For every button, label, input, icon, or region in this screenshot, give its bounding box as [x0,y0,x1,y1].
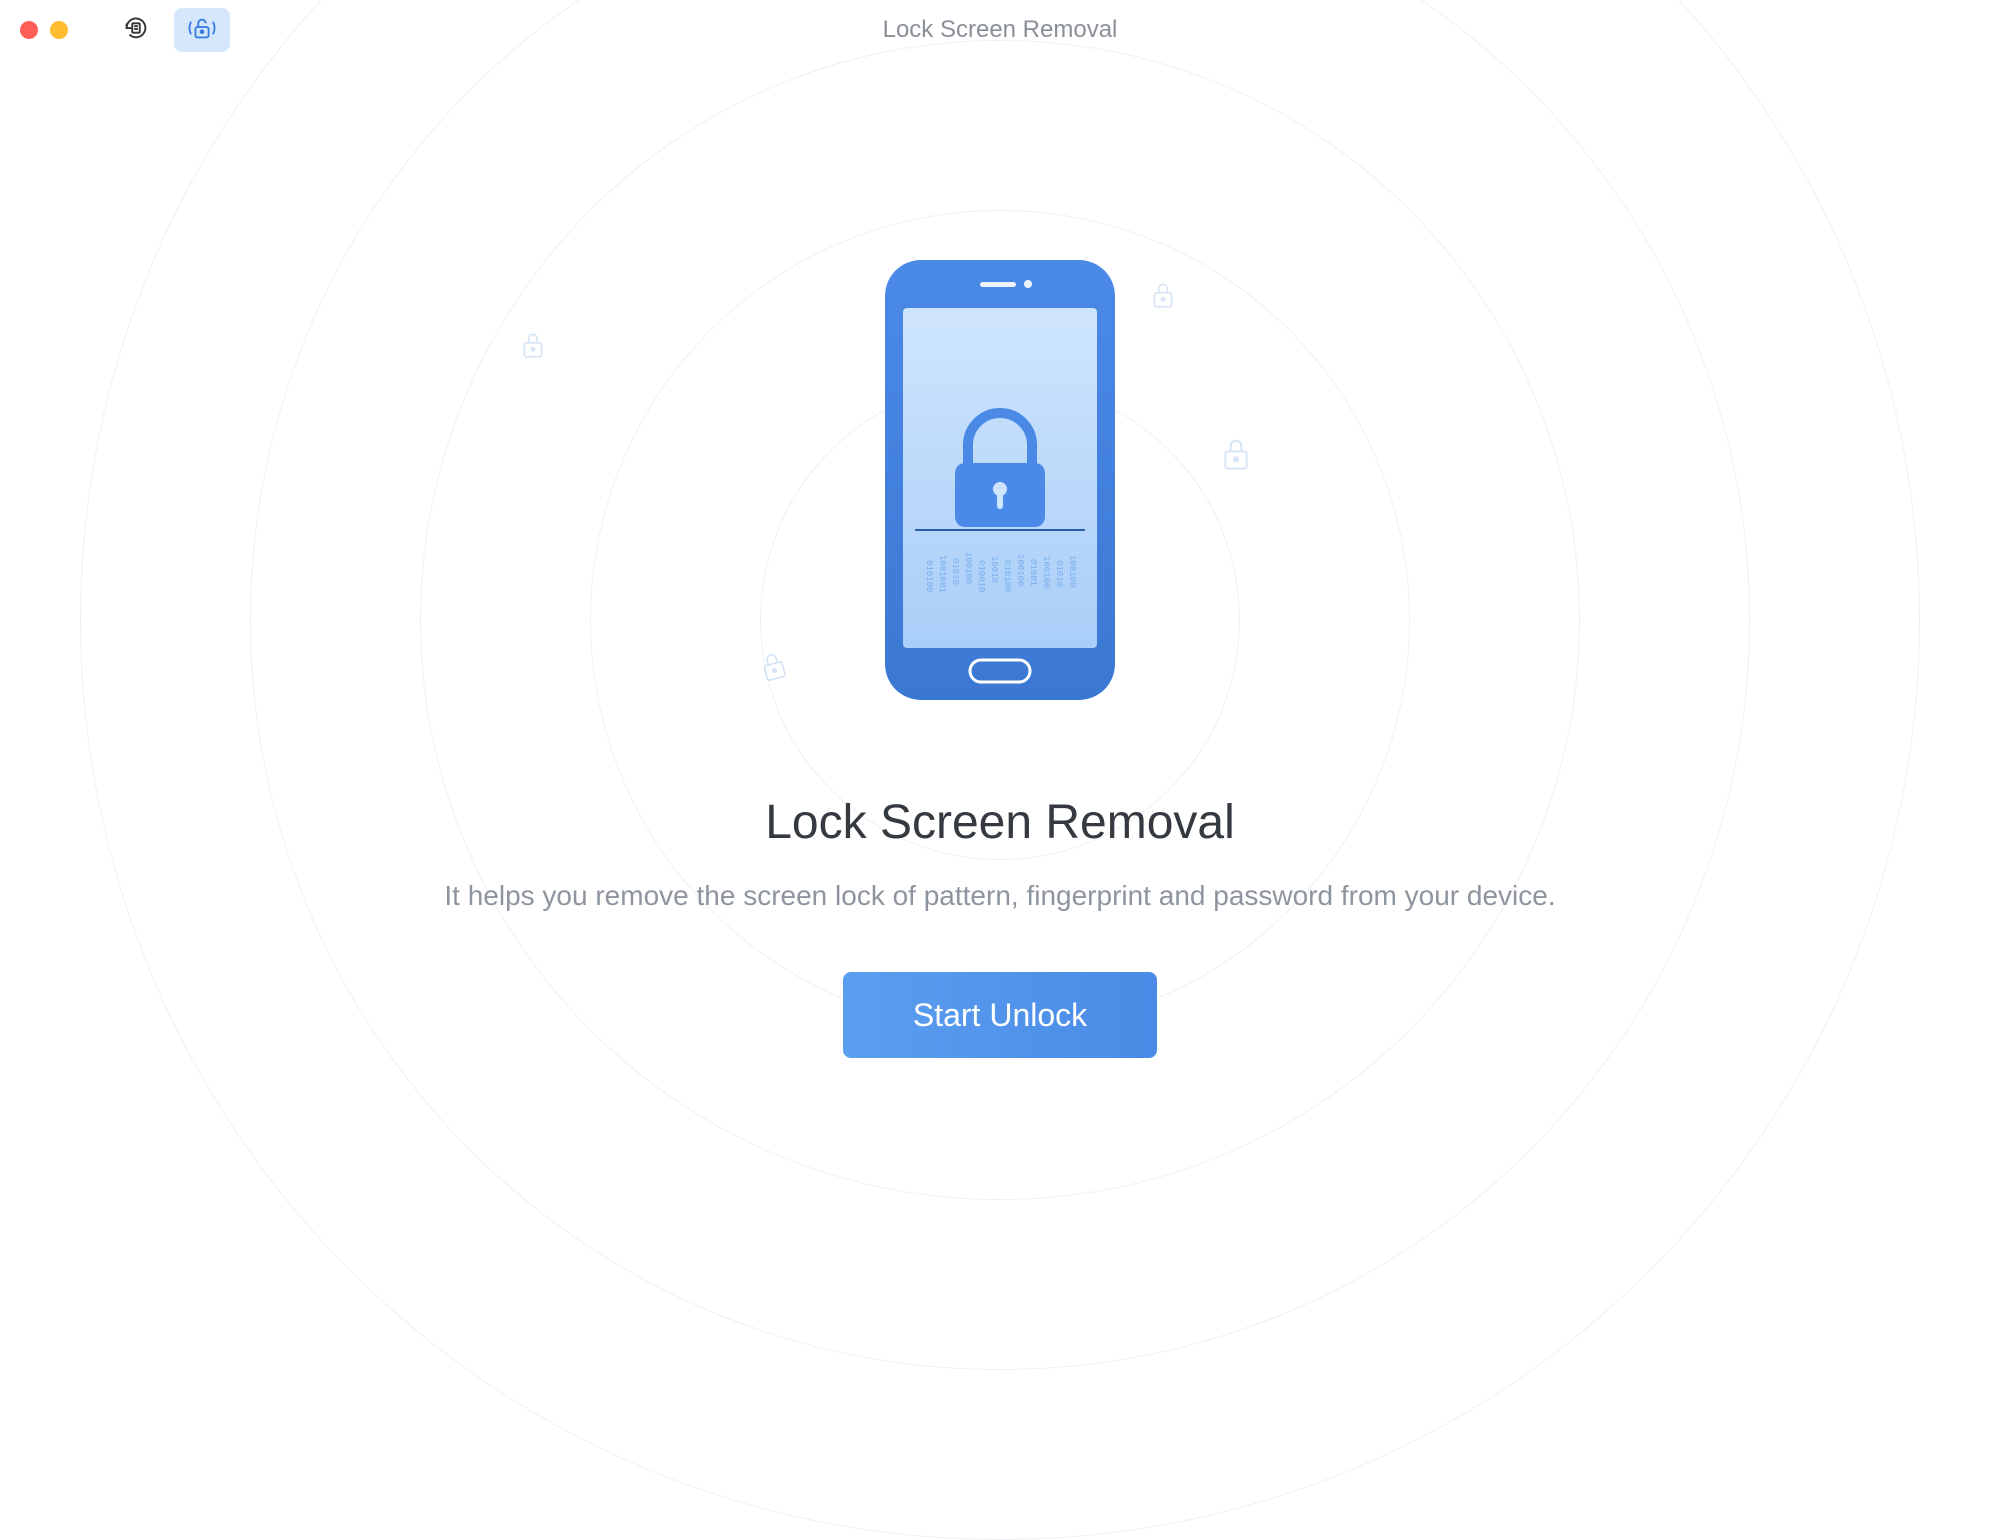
start-unlock-button[interactable]: Start Unlock [843,972,1157,1058]
unlock-mode-icon [187,13,217,48]
toolbar [108,8,230,52]
svg-text:01010: 01010 [1054,560,1064,587]
page-title: Lock Screen Removal [765,795,1235,850]
svg-text:01010: 01010 [950,558,960,585]
history-icon [121,13,151,48]
svg-text:10010: 10010 [989,556,999,583]
window-controls [20,21,68,39]
titlebar: Lock Screen Removal [0,0,2000,60]
phone-illustration: 010100 1001001 01010 100100 010010 10010… [885,260,1115,705]
svg-text:010010: 010010 [976,560,986,592]
svg-text:010100: 010100 [924,560,934,592]
page-subtitle: It helps you remove the screen lock of p… [444,880,1555,912]
svg-text:010100: 010100 [1002,560,1012,592]
main-content: 010100 1001001 01010 100100 010010 10010… [0,60,2000,1240]
minimize-button[interactable] [50,21,68,39]
svg-text:100100: 100100 [963,552,973,584]
unlock-mode-button[interactable] [174,8,230,52]
svg-text:1001001: 1001001 [937,555,947,593]
window-title: Lock Screen Removal [883,16,1118,44]
svg-text:100100: 100100 [1015,554,1025,586]
svg-text:100100: 100100 [1041,556,1051,588]
svg-text:100100: 100100 [1067,555,1077,587]
history-button[interactable] [108,8,164,52]
close-button[interactable] [20,21,38,39]
svg-text:01001: 01001 [1028,559,1038,586]
